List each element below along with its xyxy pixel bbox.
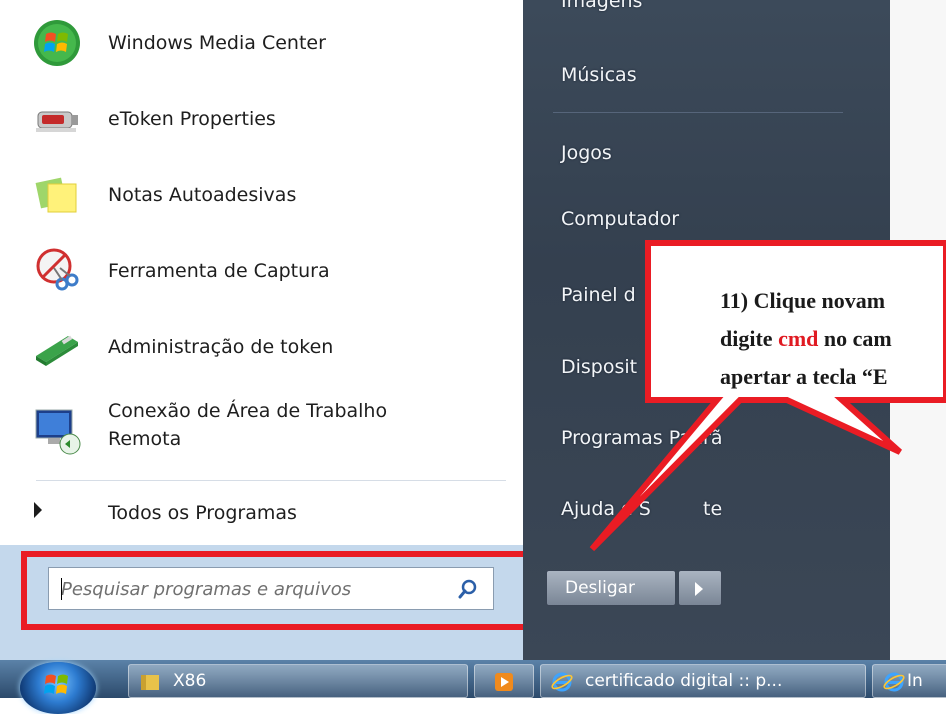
triangle-right-icon — [34, 502, 42, 518]
callout-text: 11) Clique novam digite cmd no cam apert… — [720, 282, 946, 396]
start-menu-programs-pane: Windows Media Center eToken Properties N… — [8, 0, 523, 540]
taskbar-item-label: In — [907, 671, 923, 691]
link-musicas[interactable]: Músicas — [561, 64, 637, 86]
callout-cmd-word: cmd — [778, 326, 819, 351]
snipping-tool-icon — [36, 248, 79, 291]
link-jogos[interactable]: Jogos — [561, 142, 612, 164]
callout-line-2-post: no cam — [818, 326, 892, 351]
program-label: Administração de token — [108, 336, 334, 358]
program-windows-media-center[interactable]: Windows Media Center — [8, 8, 523, 78]
shutdown-button[interactable]: Desligar — [546, 570, 676, 606]
shutdown-label: Desligar — [565, 578, 636, 598]
link-computador[interactable]: Computador — [561, 208, 679, 230]
callout-line-2-pre: digite — [720, 326, 779, 351]
link-painel-de-controle[interactable]: Painel d — [561, 284, 636, 306]
program-label: Windows Media Center — [108, 32, 326, 54]
program-etoken-properties[interactable]: eToken Properties — [8, 84, 523, 154]
program-label-line1: Conexão de Área de Trabalho — [108, 400, 388, 422]
program-administracao-de-token[interactable]: Administração de token — [8, 312, 523, 382]
link-ajuda-e-suporte[interactable]: Ajuda e S — [561, 498, 651, 520]
program-conexao-area-trabalho-remota[interactable]: Conexão de Área de Trabalho Remota — [8, 394, 523, 470]
callout-line-2: digite cmd no cam — [720, 320, 946, 358]
sticky-notes-icon — [35, 177, 77, 213]
callout-line-3: apertar a tecla “E — [720, 364, 888, 389]
program-label-line2: Remota — [108, 428, 182, 450]
remote-desktop-icon — [35, 409, 81, 455]
internet-explorer-icon — [883, 672, 905, 692]
all-programs-button[interactable]: Todos os Programas — [8, 488, 523, 538]
folder-icon — [141, 675, 159, 690]
program-notas-autoadesivas[interactable]: Notas Autoadesivas — [8, 160, 523, 230]
highlight-rectangle — [21, 551, 593, 630]
program-label: eToken Properties — [108, 108, 276, 130]
windows-logo-icon — [44, 674, 68, 694]
link-imagens[interactable]: Imagens — [561, 0, 642, 12]
windows-media-center-icon — [34, 20, 80, 66]
internet-explorer-icon — [551, 672, 573, 692]
taskbar-item-certificado-digital[interactable]: certificado digital :: p... — [540, 664, 866, 698]
taskbar-item-internet-explorer[interactable]: In — [872, 664, 946, 698]
etoken-icon — [36, 111, 78, 132]
media-player-icon — [495, 673, 513, 691]
triangle-right-icon — [695, 582, 703, 596]
program-ferramenta-de-captura[interactable]: Ferramenta de Captura — [8, 236, 523, 306]
taskbar-item-x86[interactable]: X86 — [128, 664, 468, 698]
link-programas-padrao[interactable]: Programas Padrã — [561, 427, 723, 449]
start-button[interactable] — [20, 662, 96, 714]
taskbar-item-label: certificado digital :: p... — [585, 671, 783, 691]
link-ajuda-e-suporte-fragment[interactable]: te — [703, 498, 722, 520]
taskbar-item-label: X86 — [173, 671, 207, 691]
link-dispositivos[interactable]: Disposit — [561, 356, 637, 378]
all-programs-label: Todos os Programas — [108, 502, 297, 524]
menu-separator — [36, 480, 506, 481]
taskbar-item-media-player[interactable] — [474, 664, 534, 698]
callout-line-1: 11) Clique novam — [720, 288, 886, 313]
program-label: Notas Autoadesivas — [108, 184, 297, 206]
right-separator — [553, 112, 843, 113]
shutdown-options-button[interactable] — [678, 570, 722, 606]
token-admin-icon — [36, 335, 78, 366]
program-label: Ferramenta de Captura — [108, 260, 330, 282]
